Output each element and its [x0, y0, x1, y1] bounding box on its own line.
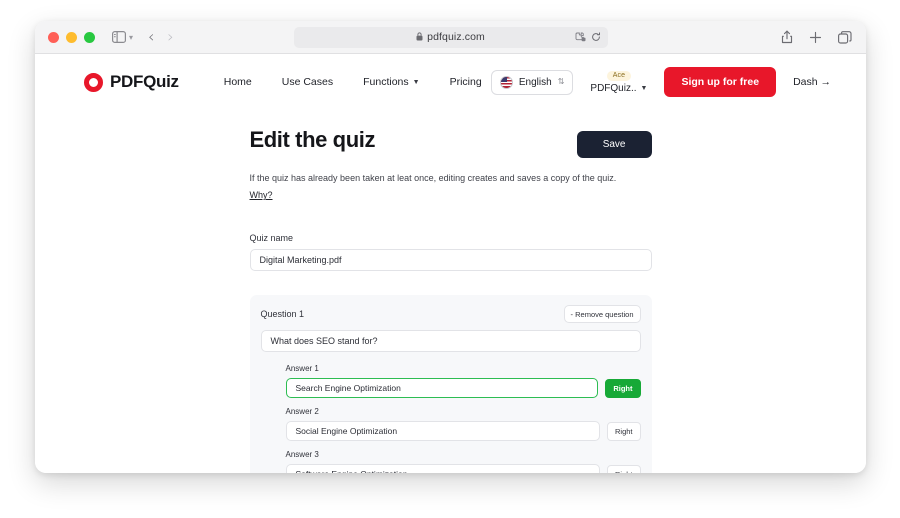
page-title: Edit the quiz [249, 127, 376, 152]
reload-icon[interactable] [591, 32, 601, 42]
browser-nav-group: ‹ › [148, 29, 174, 45]
nav-item-functions[interactable]: Functions ▼ [363, 76, 419, 88]
account-name: PDFQuiz.. ▼ [590, 83, 647, 94]
sidebar-toggle-icon[interactable] [112, 31, 126, 43]
quiz-name-field: Quiz name Digital Marketing.pdf [249, 233, 652, 272]
close-window-button[interactable] [48, 31, 59, 43]
answer-row: Social Engine Optimization Right [285, 421, 641, 442]
mark-right-button[interactable]: Right [606, 464, 641, 473]
browser-window: ▾ ‹ › pdfquiz.com PDFQuiz Home Use Cases… [35, 21, 866, 473]
question-text-input[interactable]: What does SEO stand for? [260, 330, 641, 353]
edit-description: If the quiz has already been taken at le… [249, 173, 617, 183]
header-right: English ⇅ Ace PDFQuiz.. ▼ Sign up for fr… [490, 67, 831, 97]
answer-input[interactable]: Software Engine Optimization [285, 464, 600, 473]
toolbar-right-actions [781, 30, 852, 44]
minimize-window-button[interactable] [66, 31, 77, 43]
remove-question-button[interactable]: - Remove question [563, 305, 641, 324]
mark-right-button[interactable]: Right [606, 421, 641, 441]
nav-item-pricing[interactable]: Pricing [450, 76, 482, 88]
nav-label: Use Cases [281, 76, 334, 88]
page-viewport: PDFQuiz Home Use Cases Functions ▼ Prici… [35, 54, 866, 473]
question-header: Question 1 - Remove question [260, 305, 641, 324]
nav-label: Pricing [449, 76, 482, 88]
signup-button[interactable]: Sign up for free [664, 67, 777, 97]
quiz-name-label: Quiz name [249, 233, 294, 244]
site-logo[interactable]: PDFQuiz [84, 72, 179, 92]
nav-label: Functions [363, 76, 409, 88]
site-header: PDFQuiz Home Use Cases Functions ▼ Prici… [35, 54, 866, 110]
answer-block: Answer 1 Search Engine Optimization Righ… [285, 364, 641, 399]
quiz-name-input[interactable]: Digital Marketing.pdf [249, 249, 652, 272]
chevron-down-icon: ▼ [412, 78, 420, 86]
back-arrow-icon[interactable]: ‹ [148, 29, 154, 45]
answer-label: Answer 1 [285, 364, 319, 374]
answer-row: Software Engine Optimization Right [285, 464, 641, 473]
answer-input[interactable]: Search Engine Optimization [285, 378, 599, 399]
us-flag-icon [499, 75, 513, 89]
traffic-lights [48, 31, 95, 43]
answers-list: Answer 1 Search Engine Optimization Righ… [261, 364, 641, 473]
url-bar[interactable]: pdfquiz.com [293, 26, 608, 48]
account-name-text: PDFQuiz.. [590, 82, 637, 94]
answer-block: Answer 3 Software Engine Optimization Ri… [285, 450, 641, 473]
answer-input[interactable]: Social Engine Optimization [285, 421, 600, 442]
answer-label: Answer 2 [285, 407, 319, 417]
dashboard-link[interactable]: Dash → [793, 76, 831, 88]
maximize-window-button[interactable] [84, 31, 95, 43]
mark-right-button[interactable]: Right [605, 378, 641, 398]
save-button[interactable]: Save [576, 131, 652, 158]
main-content: Edit the quiz Save If the quiz has alrea… [249, 110, 652, 473]
why-link[interactable]: Why? [250, 190, 273, 200]
share-icon[interactable] [781, 30, 793, 44]
chevron-updown-icon: ⇅ [557, 77, 565, 86]
nav-item-use-cases[interactable]: Use Cases [282, 76, 333, 88]
browser-toolbar: ▾ ‹ › pdfquiz.com [35, 21, 866, 54]
extensions-icon[interactable] [575, 32, 586, 42]
url-bar-actions [575, 32, 601, 42]
chevron-down-icon[interactable]: ▾ [129, 33, 133, 42]
answer-label: Answer 3 [285, 450, 319, 460]
forward-arrow-icon[interactable]: › [167, 29, 173, 45]
language-selector[interactable]: English ⇅ [490, 69, 574, 95]
language-label: English [518, 76, 552, 88]
site-nav: Home Use Cases Functions ▼ Pricing [224, 76, 482, 88]
chevron-down-icon: ▼ [640, 84, 648, 92]
plus-icon[interactable] [809, 31, 822, 44]
answer-row: Search Engine Optimization Right [285, 378, 641, 399]
pdfquiz-logo-icon [84, 72, 103, 92]
url-text: pdfquiz.com [427, 31, 485, 43]
logo-text: PDFQuiz [110, 72, 179, 91]
lock-icon [416, 32, 423, 43]
answer-block: Answer 2 Social Engine Optimization Righ… [285, 407, 641, 442]
nav-item-home[interactable]: Home [224, 76, 252, 88]
account-menu[interactable]: Ace PDFQuiz.. ▼ [590, 70, 647, 94]
title-row: Edit the quiz Save [249, 127, 652, 158]
nav-label: Home [223, 76, 252, 88]
question-card: Question 1 - Remove question What does S… [249, 295, 652, 473]
plan-badge: Ace [606, 70, 632, 81]
tab-overview-icon[interactable] [838, 30, 852, 44]
sidebar-toggle-group[interactable]: ▾ [112, 31, 133, 43]
question-label: Question 1 [260, 309, 305, 320]
